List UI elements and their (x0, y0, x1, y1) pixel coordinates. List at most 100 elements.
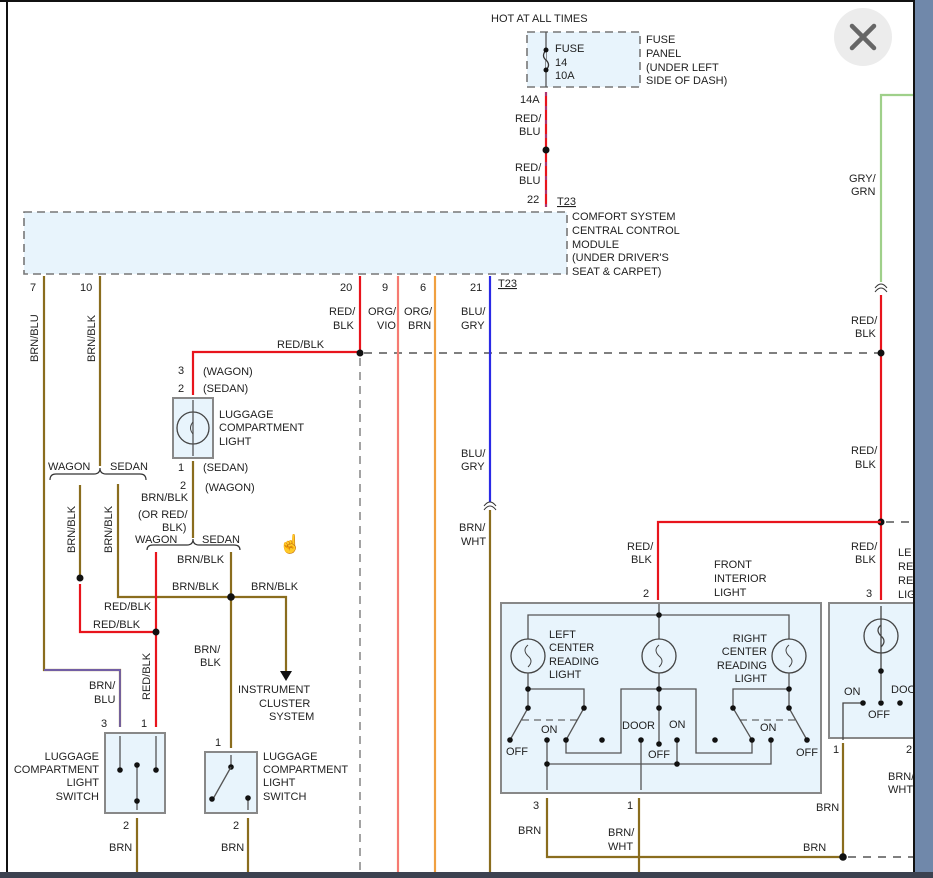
luggage-compartment-light: RED/BLK LUGGAGE COMPARTMENT LIGHT 3 (WAG… (135, 339, 360, 566)
wire-label: BRN/BLU (29, 314, 41, 362)
variant-wagon: WAGON (48, 461, 90, 473)
wire-label: RED/ (851, 445, 878, 457)
wire-label: RED/ (329, 306, 356, 318)
component-label: LUGGAGE (263, 751, 317, 763)
fuse-panel: HOT AT ALL TIMES FUSE 14 10A FUSE PANEL … (491, 13, 727, 88)
wire-label: BRN/ (89, 680, 116, 692)
module-label: MODULE (572, 239, 619, 251)
instrument-cluster-label: SYSTEM (269, 711, 314, 723)
component-label: RE (898, 575, 913, 587)
wire-label: BLK (200, 657, 221, 669)
wire-label: RED/BLK (141, 652, 153, 700)
wire-label: BLK (855, 328, 876, 340)
wire-red-blu: 14A RED/ BLU RED/ BLU 22 T23 (515, 92, 576, 208)
wire-label: (OR RED/ (138, 509, 188, 521)
module-label: (UNDER DRIVER'S (572, 252, 669, 264)
wire-label: BLU/ (461, 306, 486, 318)
module-label: CENTRAL CONTROL (572, 225, 680, 237)
wire-label: BLK (333, 320, 354, 332)
switch-position-label: OFF (648, 749, 670, 761)
pin: 1 (627, 800, 633, 812)
scrollbar[interactable] (913, 0, 933, 872)
hot-at-all-times: HOT AT ALL TIMES (491, 13, 588, 25)
component-label: INTERIOR (714, 573, 767, 585)
wire-label: ORG/ (368, 306, 397, 318)
fuse-panel-label: FUSE (646, 34, 675, 46)
pin: 2 (906, 744, 912, 756)
pin: 2 (643, 588, 649, 600)
variant-sedan: SEDAN (110, 461, 148, 473)
wire-label: RED/BLK (104, 601, 152, 613)
wire-label: BLU/ (461, 448, 486, 460)
pin: 1 (215, 737, 221, 749)
pin-21: 21 (470, 282, 482, 294)
wire-label: GRY/ (849, 173, 877, 185)
wire-label: RED/ (515, 113, 542, 125)
connector-t23: T23 (557, 196, 576, 208)
right-reading-light-label: LIGHT (735, 673, 768, 685)
pin-9: 9 (382, 282, 388, 294)
wire-label: BRN/BLK (172, 581, 220, 593)
wire-label: BRN (803, 842, 826, 854)
switch-position-label: ON (760, 722, 777, 734)
wire-label: BRN (109, 842, 132, 854)
fuse-panel-label: SIDE OF DASH) (646, 75, 727, 87)
switch-position-label: ON (669, 719, 686, 731)
front-interior-light: 2 FRONT INTERIOR LIGHT LEFT CENTER READI… (500, 559, 822, 812)
component-label: LIGHT (714, 587, 747, 599)
wire-label: WHT (461, 536, 486, 548)
pin-6: 6 (420, 282, 426, 294)
wire-label: BRN (408, 320, 431, 332)
fuse-panel-label: (UNDER LEFT (646, 62, 719, 74)
pin-20: 20 (340, 282, 352, 294)
switch-position-label: OFF (868, 709, 890, 721)
wire-label: RED/BLK (277, 339, 325, 351)
component-label: COMPARTMENT (219, 422, 304, 434)
switch-position-label: OFF (796, 747, 818, 759)
component-label: LIGHT (67, 777, 100, 789)
variant-label: (WAGON) (205, 482, 255, 494)
pin: 3 (866, 588, 872, 600)
variant-label: (SEDAN) (203, 383, 248, 395)
luggage-compartment-light-switch-wagon: 3 1 2 LUGGAGE COMPARTMENT LIGHT SWITCH B… (14, 718, 166, 878)
wire-brn-blu: BRN/BLU BRN/ BLU (29, 276, 122, 727)
pin: 1 (178, 462, 184, 474)
pin-14a: 14A (520, 94, 540, 106)
pin: 2 (180, 480, 186, 492)
fuse-number: 14 (555, 57, 567, 69)
pin: 1 (141, 718, 147, 730)
bottom-bar (0, 872, 933, 878)
luggage-compartment-light-switch-sedan: 1 2 LUGGAGE COMPARTMENT LIGHT SWITCH BRN (204, 737, 348, 878)
wire-label: BRN/BLK (86, 314, 98, 362)
component-label: LUGGAGE (219, 409, 273, 421)
right-reading-light-label: RIGHT (733, 633, 768, 645)
left-reading-light-label: LEFT (549, 629, 576, 641)
component-label: RE (898, 561, 913, 573)
variant-label: (SEDAN) (203, 462, 248, 474)
pin-22: 22 (527, 194, 539, 206)
right-reading-light-label: READING (717, 660, 767, 672)
wire-label: GRY (461, 320, 485, 332)
instrument-cluster-label: CLUSTER (259, 698, 310, 710)
wire-label: BLU (94, 694, 115, 706)
close-button[interactable] (834, 8, 892, 66)
pin: 3 (178, 365, 184, 377)
component-label: LIGHT (263, 777, 296, 789)
hand-cursor-icon: ☝ (279, 533, 301, 555)
component-label: COMPARTMENT (263, 764, 348, 776)
left-reading-light-label: READING (549, 656, 599, 668)
component-label: LE (898, 547, 911, 559)
wire-label: BRN/ (888, 771, 915, 783)
left-reading-light-label: LIGHT (549, 669, 582, 681)
wire-label: GRY (461, 461, 485, 473)
variant-wagon: WAGON (135, 534, 177, 546)
wire-label: VIO (377, 320, 396, 332)
wire-label: BRN (816, 802, 839, 814)
connector-t23: T23 (498, 278, 517, 290)
module-label: COMFORT SYSTEM (572, 211, 676, 223)
wire-label: RED/ (851, 315, 878, 327)
wire-label: RED/ (515, 162, 542, 174)
wire-label: BRN/BLK (66, 505, 78, 553)
variant-label: (WAGON) (203, 366, 253, 378)
switch-position-label: OFF (506, 746, 528, 758)
